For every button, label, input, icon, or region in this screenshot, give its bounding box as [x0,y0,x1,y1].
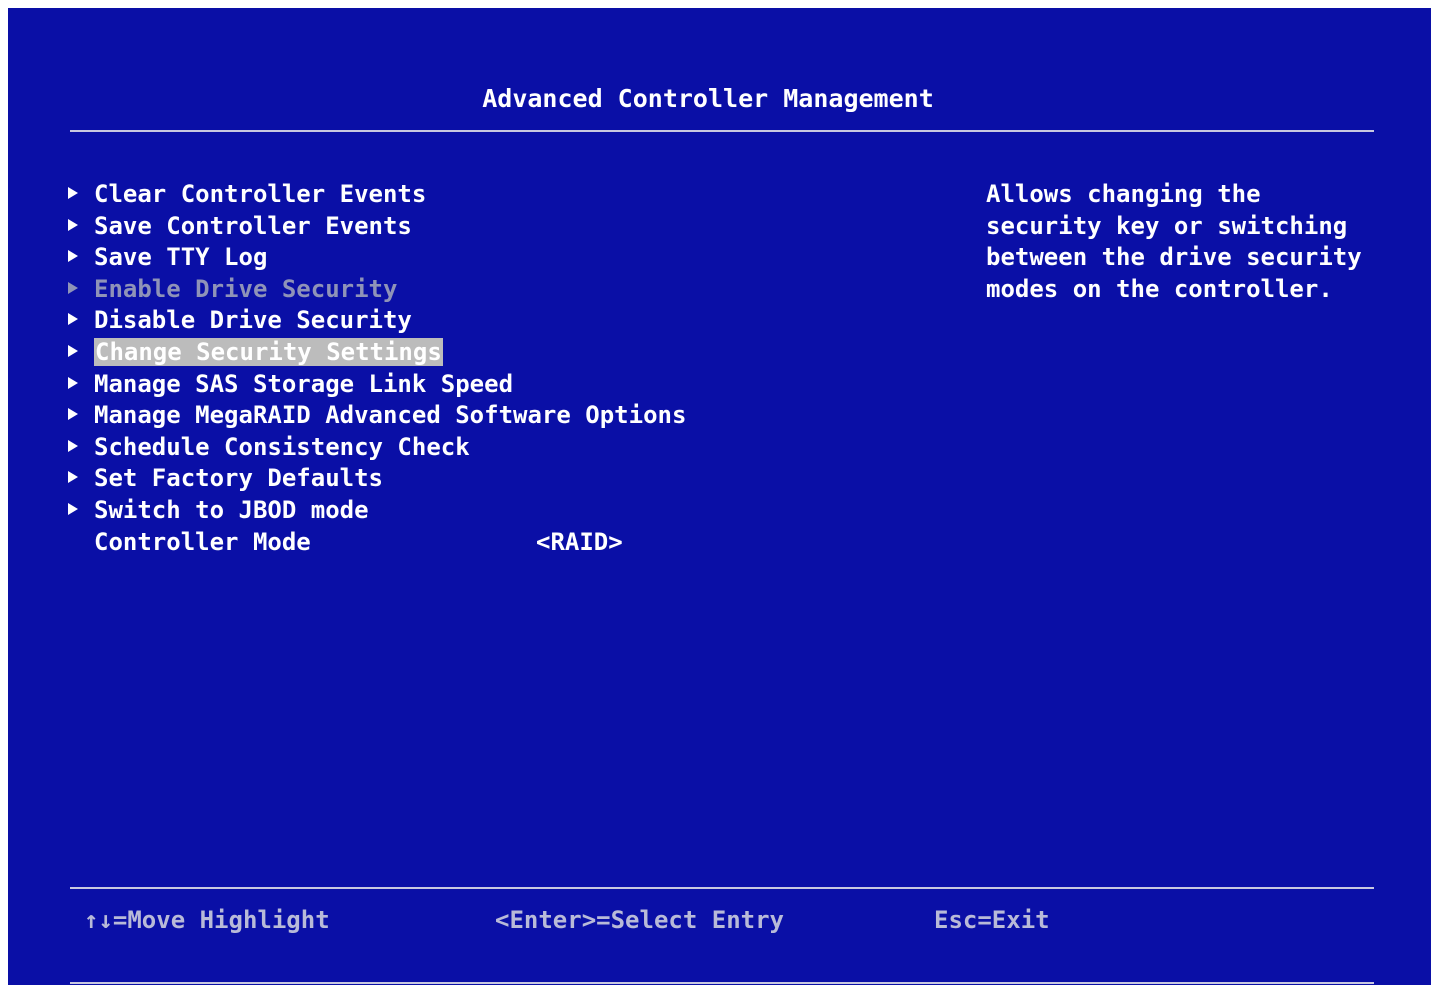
menu-item-change-security-settings[interactable]: Change Security Settings [68,337,686,369]
menu-item-manage-sas-storage-link-speed[interactable]: Manage SAS Storage Link Speed [68,369,686,401]
menu-item-label: Clear Controller Events [94,180,427,208]
page-title: Advanced Controller Management [482,84,934,113]
controller-mode-value[interactable]: <RAID> [536,527,623,559]
menu-item-label: Schedule Consistency Check [94,432,470,461]
submenu-arrow-icon [68,313,78,326]
bios-screen: Advanced Controller Management Clear Con… [8,8,1431,985]
submenu-arrow-icon [68,408,78,421]
menu-item-label: Manage SAS Storage Link Speed [94,369,514,398]
menu-item-manage-megaraid-advanced-software-options[interactable]: Manage MegaRAID Advanced Software Option… [68,400,686,432]
menu-item-label-selected: Change Security Settings [94,337,443,366]
submenu-arrow-icon [68,281,78,294]
controller-mode-row: Controller Mode <RAID> [68,527,686,559]
menu-item-disable-drive-security[interactable]: Disable Drive Security [68,305,686,337]
submenu-arrow-icon [68,187,78,199]
menu-item-schedule-consistency-check[interactable]: Schedule Consistency Check [68,432,686,464]
bottom-divider [70,887,1374,889]
menu-item-label: Set Factory Defaults [94,464,383,493]
menu-item-label: Save Controller Events [94,211,412,240]
menu-item-label: Disable Drive Security [94,306,412,335]
footer-divider [70,982,1374,984]
menu-list: Clear Controller Events Save Controller … [68,179,686,558]
menu-item-save-tty-log[interactable]: Save TTY Log [68,242,686,274]
menu-item-label: Save TTY Log [94,243,268,272]
menu-item-set-factory-defaults[interactable]: Set Factory Defaults [68,463,686,495]
submenu-arrow-icon [68,439,78,452]
submenu-arrow-icon [68,502,78,515]
menu-item-clear-controller-events[interactable]: Clear Controller Events [68,179,686,211]
menu-item-label: Enable Drive Security [94,274,398,303]
submenu-arrow-icon [68,218,78,231]
help-text: Allows changing the security key or swit… [986,180,1362,303]
hint-exit: Esc=Exit [934,906,1050,934]
hint-select-entry: <Enter>=Select Entry [495,906,784,934]
menu-item-label: Switch to JBOD mode [94,495,369,524]
submenu-arrow-icon [68,344,78,357]
menu-item-label: Manage MegaRAID Advanced Software Option… [94,401,687,430]
submenu-arrow-icon [68,471,78,484]
menu-item-enable-drive-security: Enable Drive Security [68,274,686,306]
controller-mode-label: Controller Mode [94,527,311,556]
top-divider [70,130,1374,132]
submenu-arrow-icon [68,250,78,263]
menu-item-switch-to-jbod-mode[interactable]: Switch to JBOD mode [68,495,686,527]
submenu-arrow-icon [68,376,78,389]
menu-item-save-controller-events[interactable]: Save Controller Events [68,211,686,243]
hint-move-highlight: ↑↓=Move Highlight [84,906,330,934]
